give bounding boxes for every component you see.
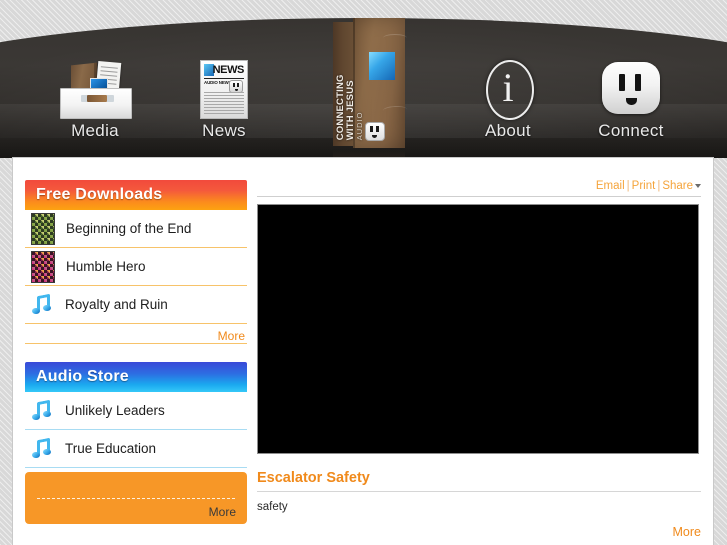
video-player[interactable] bbox=[257, 204, 699, 454]
nav-label-connect: Connect bbox=[598, 121, 664, 140]
book-music-note-icon bbox=[369, 52, 395, 80]
utility-separator-1: | bbox=[626, 180, 630, 192]
audio-store-list: Unlikely Leaders True Education bbox=[25, 392, 247, 468]
newspaper-headline: NEWS bbox=[212, 64, 245, 76]
list-item-label: Royalty and Ruin bbox=[65, 297, 168, 312]
free-downloads-list: Beginning of the End Humble Hero Royalty… bbox=[25, 210, 247, 324]
free-downloads-more-link[interactable]: More bbox=[25, 324, 247, 343]
music-note-icon bbox=[31, 399, 55, 423]
media-chip-shape bbox=[87, 95, 107, 102]
music-note-icon bbox=[31, 293, 55, 317]
list-item[interactable]: True Education bbox=[25, 430, 247, 468]
chevron-down-icon[interactable] bbox=[695, 183, 701, 188]
book-reflection bbox=[333, 150, 405, 158]
nav-label-about: About bbox=[485, 121, 531, 140]
article-title[interactable]: Escalator Safety bbox=[257, 470, 701, 486]
panel-title-audio-store: Audio Store bbox=[25, 362, 247, 392]
article-more-link[interactable]: More bbox=[257, 525, 701, 539]
article-title-rule bbox=[257, 491, 701, 492]
nav-item-news[interactable]: NEWS AUDIO NEWS News bbox=[164, 60, 284, 141]
power-outlet-face bbox=[602, 62, 660, 114]
book-title-text: CONNECTING WITH JESUS AUDIO bbox=[335, 28, 365, 141]
list-item[interactable]: Beginning of the End bbox=[25, 210, 247, 248]
list-item-label: True Education bbox=[65, 441, 157, 456]
nav-label-media: Media bbox=[71, 121, 119, 140]
list-item-label: Humble Hero bbox=[66, 259, 146, 274]
nav-label-news: News bbox=[202, 121, 246, 140]
promo-dashed-divider bbox=[37, 498, 235, 499]
book-title-line3: AUDIO bbox=[354, 111, 364, 141]
panel-audio-store: Audio Store Unlikely Leaders True Educat… bbox=[25, 362, 247, 524]
free-downloads-bottom-rule bbox=[25, 343, 247, 344]
info-circle-icon: i bbox=[480, 60, 536, 120]
nav-item-connect[interactable]: Connect bbox=[571, 60, 691, 141]
info-letter-i: i bbox=[502, 65, 514, 110]
media-box-icon bbox=[59, 60, 132, 119]
list-item-label: Unlikely Leaders bbox=[65, 403, 165, 418]
media-tray-shape bbox=[60, 88, 132, 119]
book-ornament-bottom bbox=[382, 105, 408, 115]
book-ornament-top bbox=[383, 34, 407, 42]
site-header: Media NEWS AUDIO NEWS News CONNECTING WI… bbox=[0, 0, 727, 158]
newspaper-rule bbox=[204, 78, 244, 79]
panel-title-free-downloads: Free Downloads bbox=[25, 180, 247, 210]
book-outlet-icon bbox=[365, 122, 385, 141]
newspaper-subhead: AUDIO NEWS bbox=[204, 80, 232, 85]
book-title-line2: WITH JESUS bbox=[344, 80, 356, 141]
promo-banner[interactable]: More bbox=[25, 472, 247, 524]
sidebar: Free Downloads Beginning of the End Humb… bbox=[25, 180, 247, 542]
list-item-label: Beginning of the End bbox=[66, 221, 192, 236]
nav-item-about[interactable]: i About bbox=[448, 60, 568, 141]
share-link[interactable]: Share bbox=[662, 180, 693, 192]
book-logo[interactable]: CONNECTING WITH JESUS AUDIO bbox=[333, 18, 408, 158]
promo-more-link[interactable]: More bbox=[209, 505, 236, 519]
page-container: Free Downloads Beginning of the End Humb… bbox=[13, 158, 713, 545]
list-item[interactable]: Royalty and Ruin bbox=[25, 286, 247, 324]
power-outlet-icon bbox=[602, 60, 660, 118]
article-body: safety bbox=[257, 501, 288, 513]
panel-free-downloads: Free Downloads Beginning of the End Humb… bbox=[25, 180, 247, 344]
music-note-icon bbox=[31, 437, 55, 461]
newspaper-icon: NEWS AUDIO NEWS bbox=[200, 60, 248, 119]
nav-item-media[interactable]: Media bbox=[35, 60, 155, 141]
utility-separator-2: | bbox=[657, 180, 661, 192]
newspaper-sheet: NEWS AUDIO NEWS bbox=[200, 60, 248, 119]
list-item[interactable]: Unlikely Leaders bbox=[25, 392, 247, 430]
album-art-thumbnail bbox=[31, 212, 55, 245]
main-content: Email | Print | Share Escalator Safety safet… bbox=[257, 180, 701, 545]
email-link[interactable]: Email bbox=[596, 180, 625, 192]
newspaper-text-lines bbox=[204, 92, 244, 116]
album-art-thumbnail bbox=[31, 250, 55, 283]
utility-links: Email | Print | Share bbox=[257, 180, 701, 196]
list-item[interactable]: Humble Hero bbox=[25, 248, 247, 286]
utility-rule bbox=[257, 196, 701, 197]
print-link[interactable]: Print bbox=[632, 180, 656, 192]
